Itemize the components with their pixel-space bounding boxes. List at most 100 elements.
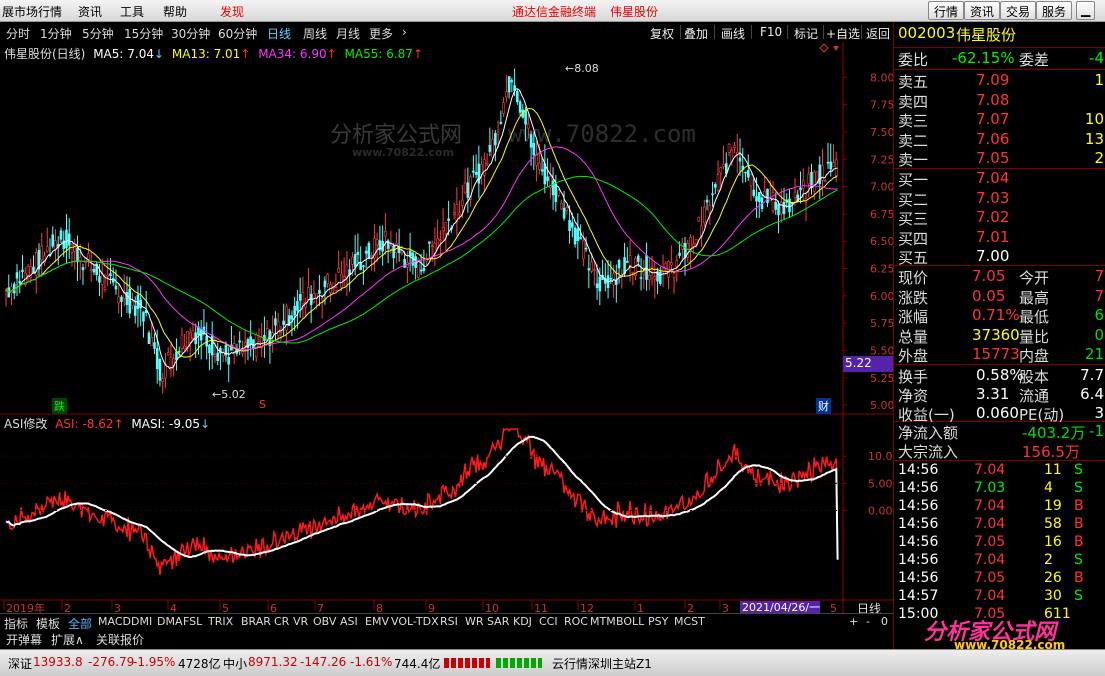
market-bar2-icon: [496, 658, 542, 668]
adjust-button[interactable]: 复权: [650, 25, 674, 42]
tab-kdj[interactable]: KDJ: [513, 615, 532, 628]
candle-body: [752, 189, 756, 196]
period-unit-label: 日线: [857, 602, 881, 613]
add-favorite-button[interactable]: +自选: [826, 25, 860, 42]
candle-body: [598, 276, 602, 292]
candle-body: [691, 243, 695, 247]
draw-button[interactable]: 画线: [721, 25, 745, 42]
candle-body: [114, 285, 118, 290]
candle-body: [15, 272, 19, 279]
candle-body: [593, 269, 596, 271]
indicator-tabs: 指标 模板 全部 MACD DMI DMA FSL TRIX BRAR CR V…: [0, 613, 893, 631]
tab-emv[interactable]: EMV: [365, 615, 389, 628]
zoom-in-button[interactable]: +: [849, 615, 858, 628]
candle-body: [370, 255, 373, 257]
ma13-legend: MA13: 7.01↑: [171, 47, 251, 61]
tab-fsl[interactable]: FSL: [183, 615, 202, 628]
s-tag[interactable]: S: [257, 398, 268, 411]
candle-body: [779, 201, 783, 215]
related-quotes-tab[interactable]: 关联报价: [96, 631, 144, 648]
period-60min[interactable]: 60分钟: [218, 25, 257, 42]
candle-body: [340, 273, 343, 288]
tab-rsi[interactable]: RSI: [440, 615, 458, 628]
tab-psy[interactable]: PSY: [648, 615, 668, 628]
menu-tools[interactable]: 工具: [120, 3, 144, 20]
tab-boll[interactable]: BOLL: [616, 615, 644, 628]
timeline-label: 12: [580, 602, 594, 613]
candle-body: [166, 352, 170, 356]
period-30min[interactable]: 30分钟: [171, 25, 210, 42]
menu-news[interactable]: 资讯: [78, 3, 102, 20]
mark-button[interactable]: 标记: [794, 25, 818, 42]
candle-body: [777, 204, 780, 216]
zoom-out-button[interactable]: -: [866, 615, 870, 628]
candle-body: [719, 167, 723, 174]
danmaku-tab[interactable]: 开弹幕: [6, 631, 42, 648]
tab-vr[interactable]: VR: [293, 615, 308, 628]
zoom-reset-button[interactable]: 0: [881, 615, 888, 628]
quote-button[interactable]: 行情: [928, 1, 965, 20]
tick-row: 14:57 7.04 30 S: [898, 588, 1083, 604]
candle-body: [584, 247, 588, 250]
stat-row: 总量 37360 量比 0: [898, 325, 1104, 346]
candle-body: [645, 255, 648, 280]
tab-macd[interactable]: MACD: [98, 615, 131, 628]
candle-body: [738, 157, 742, 162]
candle-body: [705, 199, 709, 203]
period-daily[interactable]: 日线: [267, 25, 291, 42]
tab-cci[interactable]: CCI: [539, 615, 558, 628]
tab-roc[interactable]: ROC: [564, 615, 588, 628]
tab-trix[interactable]: TRIX: [208, 615, 233, 628]
menu-discover[interactable]: 发现: [220, 3, 244, 20]
tab-vol-tdx[interactable]: VOL-TDX: [391, 615, 439, 628]
period-5min[interactable]: 5分钟: [82, 25, 114, 42]
menu-help[interactable]: 帮助: [163, 3, 187, 20]
cai-tag[interactable]: 财: [816, 398, 831, 414]
candle-body: [183, 345, 186, 350]
asi-tick-label: 0.00: [868, 505, 893, 518]
period-intraday[interactable]: 分时: [6, 25, 30, 42]
back-button[interactable]: 返回: [866, 25, 890, 42]
tab-mcst[interactable]: MCST: [674, 615, 705, 628]
candle-body: [631, 271, 635, 274]
candle-body: [472, 170, 475, 173]
tab-mtm[interactable]: MTM: [590, 615, 616, 628]
f10-button[interactable]: F10: [760, 25, 782, 39]
tab-dmi[interactable]: DMI: [131, 615, 152, 628]
news-button[interactable]: 资讯: [964, 1, 1001, 20]
chart-area[interactable]: 分析家公式网 www.70822.com www.70822.com 8.007…: [0, 42, 893, 613]
candle-body: [727, 143, 731, 153]
candle-body: [400, 252, 404, 255]
tick-row: 14:56 7.04 19 B: [898, 498, 1084, 514]
tab-cr[interactable]: CR: [274, 615, 289, 628]
candle-body: [120, 296, 123, 302]
ma55-legend: MA55: 6.87↑: [344, 47, 423, 61]
period-1min[interactable]: 1分钟: [40, 25, 72, 42]
tab-obv[interactable]: OBV: [313, 615, 336, 628]
candle-body: [216, 352, 219, 361]
tab-wr[interactable]: WR: [465, 615, 484, 628]
period-more[interactable]: 更多: [369, 25, 393, 42]
die-tag[interactable]: 跌: [52, 398, 67, 414]
more-arrow-icon[interactable]: ›: [402, 25, 407, 39]
expand-tab[interactable]: 扩展∧: [51, 631, 84, 648]
minimize-icon[interactable]: ▁: [1076, 1, 1096, 20]
period-weekly[interactable]: 周线: [303, 25, 327, 42]
overlay-button[interactable]: 叠加: [684, 25, 708, 42]
period-15min[interactable]: 15分钟: [124, 25, 163, 42]
candle-body: [320, 297, 324, 301]
price-tick-label: 6.75: [870, 208, 893, 221]
period-monthly[interactable]: 月线: [336, 25, 360, 42]
candle-body: [353, 254, 357, 268]
service-button[interactable]: 服务: [1036, 1, 1073, 20]
menu-market[interactable]: 展市场行情: [2, 3, 62, 20]
server-name[interactable]: 云行情深圳主站Z1: [552, 655, 652, 672]
tab-sar[interactable]: SAR: [487, 615, 509, 628]
tab-brar[interactable]: BRAR: [241, 615, 271, 628]
tab-dma[interactable]: DMA: [157, 615, 183, 628]
tab-asi[interactable]: ASI: [340, 615, 358, 628]
candle-body: [210, 334, 214, 356]
trade-button[interactable]: 交易: [1000, 1, 1037, 20]
candle-body: [496, 131, 500, 135]
candle-body: [832, 162, 835, 168]
